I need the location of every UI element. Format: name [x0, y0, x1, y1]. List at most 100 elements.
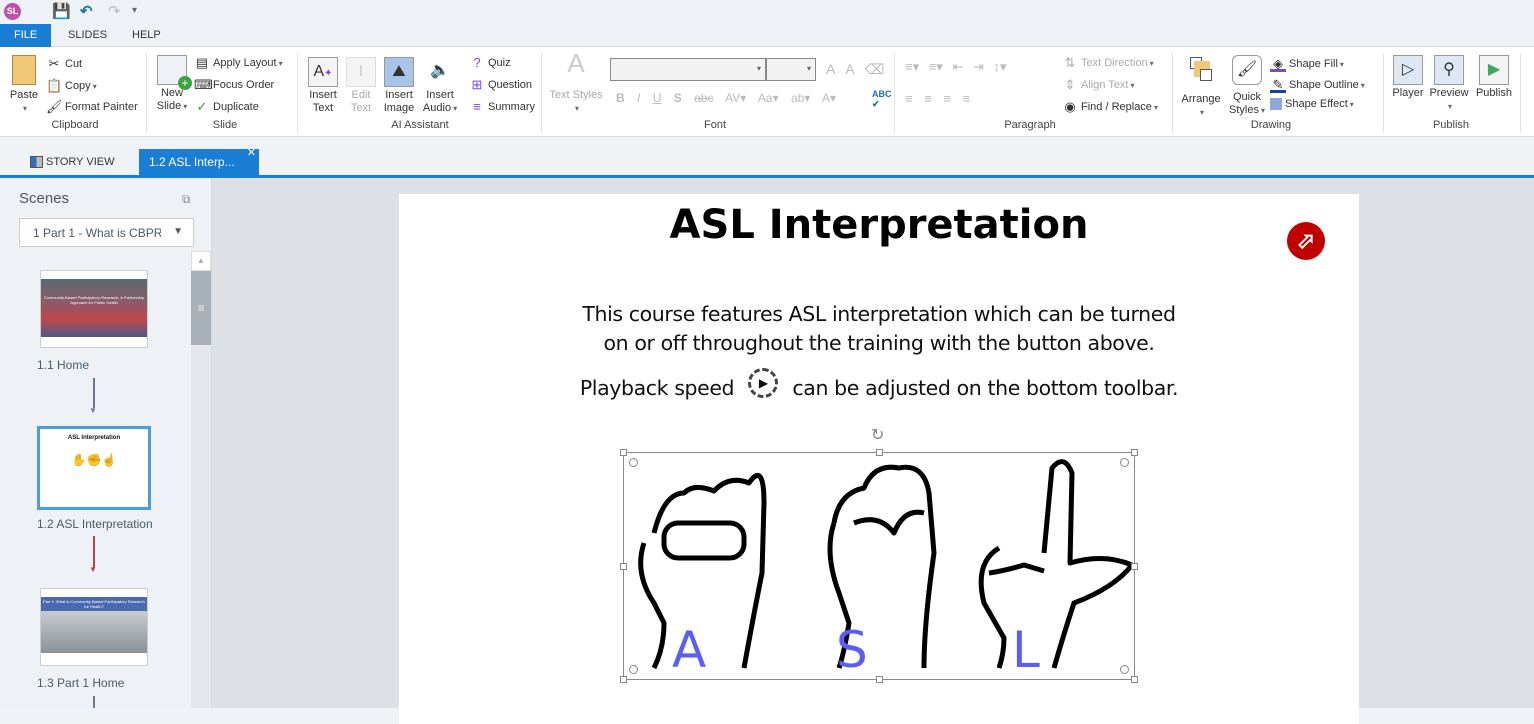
quick-styles-button[interactable]: 🖌 Quick Styles ▾: [1226, 55, 1268, 117]
text-direction-button[interactable]: ⇅ Text Direction ▾: [1062, 55, 1154, 71]
divider: [1520, 53, 1521, 133]
resize-handle[interactable]: [1131, 676, 1138, 683]
asl-toggle-button[interactable]: ⬀: [1287, 222, 1325, 260]
focus-order-button[interactable]: ⌨Focus Order: [194, 77, 274, 93]
resize-handle[interactable]: [620, 563, 627, 570]
slide-thumbnail-1-2[interactable]: ASL Interpretation ✋✊☝: [37, 426, 151, 510]
text-styles-icon: A: [567, 48, 585, 78]
tab-slides[interactable]: SLIDES: [54, 24, 121, 47]
insert-image-button[interactable]: ⛰ Insert Image: [381, 57, 417, 115]
question-button[interactable]: ⊞ Question: [469, 77, 532, 93]
slide-thumbnail-1-3[interactable]: Part 1: What is Community-Based Particip…: [40, 588, 148, 666]
arrange-button[interactable]: Arrange ▾: [1180, 55, 1222, 119]
align-text-button[interactable]: ⇕ Align Text ▾: [1062, 77, 1135, 93]
group-label-ai: AI Assistant: [391, 119, 449, 131]
undo-icon[interactable]: ↶: [80, 2, 93, 20]
shape-effect-button[interactable]: Shape Effect ▾: [1270, 98, 1354, 111]
font-format-icons[interactable]: B I U S abc AV▾ Aa▾ ab▾ A▾: [616, 91, 836, 105]
close-tab-icon[interactable]: ✕: [247, 140, 256, 166]
divider: [146, 53, 147, 133]
shape-outline-icon: ✎: [1270, 77, 1286, 93]
paragraph-line: on or off throughout the training with t…: [603, 331, 1155, 355]
font-grow-shrink-icons[interactable]: AA⌫: [826, 61, 894, 78]
restore-panel-icon[interactable]: ⧉: [182, 192, 191, 207]
slide-label[interactable]: 1.2 ASL Interpretation: [37, 517, 153, 531]
question-label: Question: [488, 78, 533, 91]
plus-icon: ⊞: [471, 77, 483, 92]
group-label-paragraph: Paragraph: [1004, 119, 1056, 131]
thumb-text: Community-Based Participatory Research: …: [41, 279, 147, 337]
font-size-select[interactable]: ▾: [766, 58, 816, 81]
align-text-label: Align Text: [1081, 78, 1129, 91]
tab-help[interactable]: HELP: [118, 24, 175, 47]
insert-audio-button[interactable]: 🔈 Insert Audio ▾: [421, 57, 459, 115]
tab-active-slide[interactable]: 1.2 ASL Interp... ✕: [139, 147, 259, 175]
slide: ASL Interpretation ⬀ This course feature…: [399, 194, 1359, 724]
resize-handle[interactable]: [1131, 449, 1138, 456]
find-replace-label: Find / Replace: [1081, 100, 1152, 113]
alignment-icons[interactable]: ≡ ≡ ≡ ≡: [905, 91, 970, 106]
new-slide-button[interactable]: + New Slide ▾: [154, 55, 192, 113]
label: Insert: [309, 89, 337, 101]
focus-order-label: Focus Order: [213, 78, 275, 91]
copy-button[interactable]: 📋 Copy ▾: [46, 78, 97, 94]
find-replace-button[interactable]: ◉ Find / Replace ▾: [1062, 99, 1158, 115]
tab-file[interactable]: FILE: [0, 24, 52, 47]
scene-select[interactable]: 1 Part 1 - What is CBPR ▼: [19, 218, 194, 247]
preview-button[interactable]: ⚲ Preview ▾: [1428, 55, 1470, 113]
resize-handle[interactable]: [620, 449, 627, 456]
asl-image[interactable]: A S L ↻: [620, 427, 1138, 683]
shape-outline-button[interactable]: ✎ Shape Outline ▾: [1270, 77, 1365, 93]
quick-access-toolbar: SL 💾 ↶ ↷ ▾: [0, 0, 1534, 24]
corner-handle[interactable]: [629, 458, 638, 467]
save-icon[interactable]: 💾: [52, 2, 71, 20]
resize-handle[interactable]: [876, 676, 883, 683]
slide-label[interactable]: 1.3 Part 1 Home: [37, 676, 124, 690]
font-name-select[interactable]: ▾: [610, 58, 766, 81]
cut-button[interactable]: ✂ Cut: [46, 56, 83, 72]
ribbon: Paste ▾ ✂ Cut 📋 Copy ▾ 🖌 Format Painter Clipb…: [0, 47, 1534, 137]
player-button[interactable]: ▷ Player: [1390, 55, 1426, 100]
label: Text: [312, 102, 334, 114]
duplicate-label: Duplicate: [213, 100, 259, 113]
arrow-up-right-icon: ⬀: [1296, 228, 1316, 253]
arrange-icon: [1186, 55, 1216, 87]
shape-outline-label: Shape Outline: [1289, 78, 1359, 91]
resize-handle[interactable]: [1131, 563, 1138, 570]
scenes-panel: Scenes ⧉ 1 Part 1 - What is CBPR ▼ ▲ ≡ Co…: [0, 178, 212, 708]
slide-label[interactable]: 1.1 Home: [37, 358, 89, 372]
apply-layout-button[interactable]: ▤ Apply Layout ▾: [194, 55, 283, 71]
shape-fill-button[interactable]: ◈ Shape Fill ▾: [1270, 56, 1344, 72]
scroll-thumb[interactable]: ≡: [191, 271, 211, 345]
paste-button[interactable]: Paste ▾: [8, 55, 40, 115]
corner-handle[interactable]: [629, 665, 638, 674]
summary-button[interactable]: ≡ Summary: [469, 99, 535, 115]
scrollbar[interactable]: ▲ ≡: [191, 251, 211, 708]
scroll-up-icon[interactable]: ▲: [191, 251, 211, 271]
playback-speed-icon: ▶: [748, 368, 779, 398]
corner-handle[interactable]: [1120, 665, 1129, 674]
customize-qat-icon[interactable]: ▾: [132, 5, 137, 16]
insert-text-button[interactable]: A✦ Insert Text: [305, 57, 341, 115]
format-painter-button[interactable]: 🖌 Format Painter: [46, 99, 138, 115]
label: Publish: [1475, 87, 1513, 99]
edit-text-button[interactable]: I Edit Text: [343, 57, 379, 115]
arrow-head-icon: ▼: [89, 406, 97, 415]
list-indent-icons[interactable]: ≡▾ ≡▾ ⇤ ⇥ ↕▾: [905, 59, 1006, 75]
text-styles-button[interactable]: A Text Styles ▾: [548, 48, 604, 115]
story-view-icon: [30, 156, 43, 169]
quiz-button[interactable]: ? Quiz: [469, 55, 510, 71]
resize-handle[interactable]: [876, 449, 883, 456]
duplicate-button[interactable]: ✓ Duplicate: [194, 99, 259, 115]
group-label-font: Font: [703, 119, 726, 131]
redo-icon[interactable]: ↷: [108, 2, 121, 20]
tab-story-view[interactable]: STORY VIEW: [20, 149, 124, 175]
corner-handle[interactable]: [1120, 458, 1129, 467]
label: Insert: [385, 89, 413, 101]
publish-button[interactable]: ▶ Publish: [1472, 55, 1516, 100]
rotate-handle-icon[interactable]: ↻: [871, 425, 884, 445]
label: Arrange: [1181, 93, 1221, 105]
resize-handle[interactable]: [620, 676, 627, 683]
slide-thumbnail-1-1[interactable]: Community-Based Participatory Research: …: [40, 270, 148, 348]
spellcheck-icon[interactable]: ABC ✔: [872, 89, 892, 110]
